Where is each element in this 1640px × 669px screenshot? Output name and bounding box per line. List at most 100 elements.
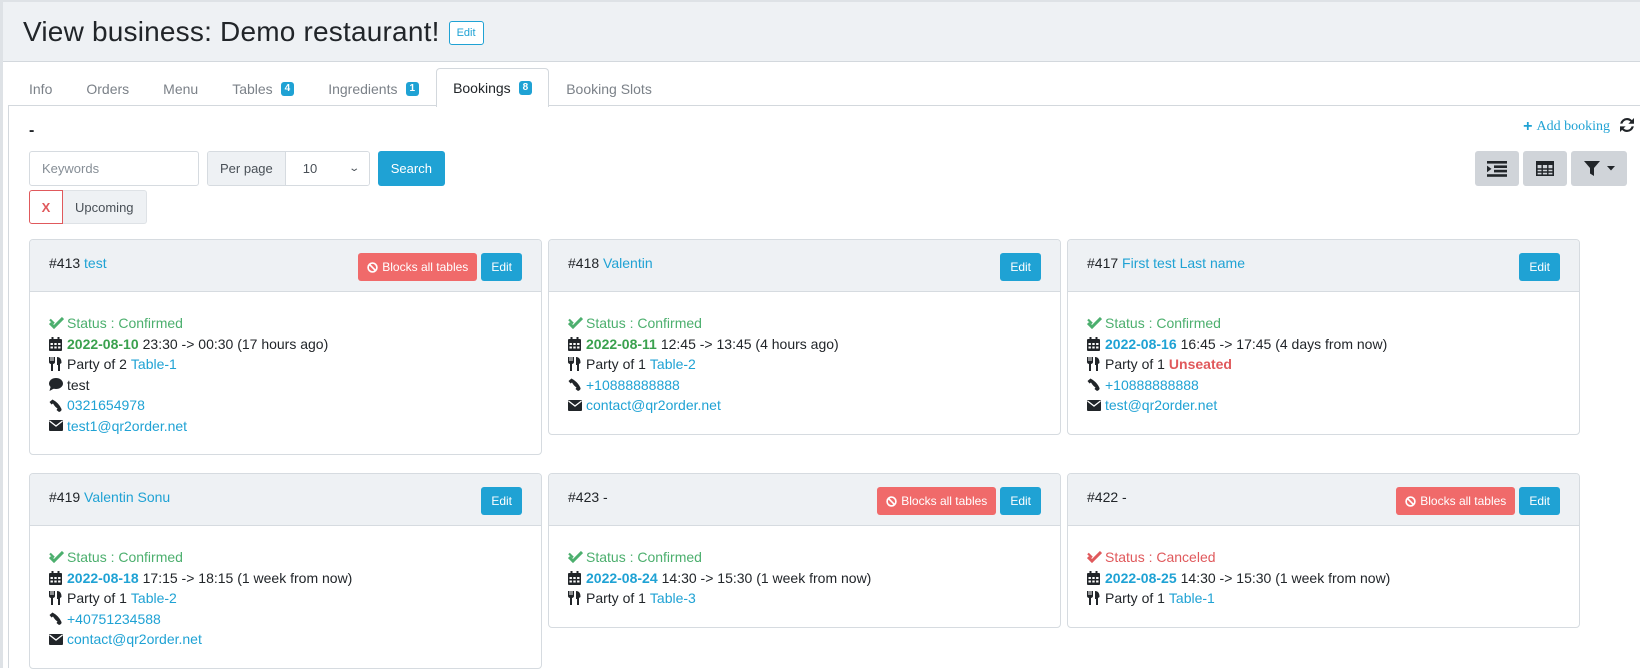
list-view-button[interactable] — [1475, 151, 1519, 186]
phone-link[interactable]: +40751234588 — [67, 609, 161, 630]
phone-link[interactable]: +10888888888 — [586, 375, 680, 396]
status-text: Status : Confirmed — [586, 549, 702, 565]
card-actions: Blocks all tables Edit — [358, 253, 522, 281]
tab-label: Menu — [163, 80, 199, 97]
booking-time: 14:30 -> 15:30 (1 week from now) — [661, 569, 872, 586]
edit-booking-button[interactable]: Edit — [481, 253, 522, 281]
booking-title: #413 test — [49, 253, 107, 271]
status-text: Status : Confirmed — [586, 315, 702, 331]
booking-time: 12:45 -> 13:45 (4 hours ago) — [660, 335, 839, 352]
tab-info[interactable]: Info — [8, 69, 69, 107]
party-size: Party of 1 — [586, 356, 646, 372]
booking-card: #422 - Blocks all tables Edit Status : Canc… — [1067, 473, 1580, 628]
double-check-icon — [1087, 551, 1103, 564]
blocks-all-tables-label: Blocks all tables — [382, 260, 469, 274]
card-actions: Edit — [1000, 253, 1041, 281]
blocks-all-tables-button[interactable]: Blocks all tables — [1396, 487, 1516, 515]
datetime-row: 2022-08-25 14:30 -> 15:30 (1 week from no… — [1087, 568, 1560, 589]
blocks-all-tables-label: Blocks all tables — [901, 494, 988, 508]
party-row: Party of 1 Unseated — [1087, 354, 1560, 375]
utensils-icon — [568, 591, 584, 606]
header-actions: + Add booking — [1523, 118, 1634, 136]
ban-icon — [367, 261, 378, 273]
refresh-icon[interactable] — [1620, 118, 1634, 136]
table-view-button[interactable] — [1523, 151, 1567, 186]
booking-date: 2022-08-16 — [1105, 335, 1177, 352]
edit-business-button[interactable]: Edit — [448, 20, 484, 45]
table-link[interactable]: Table-1 — [131, 354, 177, 375]
booking-name-link[interactable]: Valentin Sonu — [84, 489, 170, 505]
phone-link[interactable]: +10888888888 — [1105, 375, 1199, 396]
email-link[interactable]: test@qr2order.net — [1105, 395, 1217, 416]
edit-booking-button[interactable]: Edit — [1519, 487, 1560, 515]
tab-bookings[interactable]: Bookings 8 — [436, 68, 550, 107]
email-link[interactable]: contact@qr2order.net — [586, 395, 721, 416]
active-filter-chip: X Upcoming — [29, 190, 147, 224]
party-size: Party of 1 — [586, 590, 646, 606]
edit-booking-button[interactable]: Edit — [1519, 253, 1560, 281]
booking-id: #419 — [49, 489, 81, 505]
tab-label: Orders — [86, 80, 130, 97]
tab-tables[interactable]: Tables 4 — [215, 69, 311, 107]
comment-text: test — [67, 376, 90, 393]
per-page-select[interactable]: 10 ⌄ — [285, 152, 369, 185]
datetime-row: 2022-08-16 16:45 -> 17:45 (4 days from no… — [1087, 334, 1560, 355]
tab-menu[interactable]: Menu — [146, 69, 215, 107]
card-header: #413 test Blocks all tables Edit — [30, 240, 541, 292]
per-page-value: 10 — [302, 161, 318, 176]
phone-row: +10888888888 — [568, 375, 1041, 396]
phone-icon — [49, 399, 65, 412]
email-link[interactable]: contact@qr2order.net — [67, 629, 202, 650]
calendar-icon — [49, 570, 65, 585]
card-actions: Edit — [1519, 253, 1560, 281]
card-header: #423 - Blocks all tables Edit — [549, 474, 1060, 526]
per-page-group: Per page 10 ⌄ — [207, 151, 370, 186]
status-text: Status : Confirmed — [67, 315, 183, 331]
count-badge: 1 — [405, 81, 420, 96]
booking-card: #418 Valentin Edit Status : Confirmed 2022-… — [548, 239, 1061, 435]
add-booking-link[interactable]: + Add booking — [1523, 118, 1610, 136]
email-row: contact@qr2order.net — [49, 629, 522, 650]
booking-id: #417 — [1087, 255, 1119, 271]
phone-link[interactable]: 0321654978 — [67, 395, 145, 416]
blocks-all-tables-button[interactable]: Blocks all tables — [358, 253, 478, 281]
phone-row: 0321654978 — [49, 395, 522, 416]
email-row: test1@qr2order.net — [49, 416, 522, 437]
booking-title: #417 First test Last name — [1087, 253, 1245, 271]
table-link[interactable]: Table-3 — [650, 588, 696, 609]
booking-title: #418 Valentin — [568, 253, 653, 271]
keywords-input[interactable] — [29, 151, 199, 186]
blocks-all-tables-label: Blocks all tables — [1420, 494, 1507, 508]
bookings-panel: - Per page 10 ⌄ Search X Upcoming + Add … — [8, 106, 1640, 669]
envelope-icon — [49, 420, 65, 432]
booking-name-link[interactable]: First test Last name — [1122, 255, 1245, 271]
tab-orders[interactable]: Orders — [69, 69, 146, 107]
ban-icon — [1405, 495, 1416, 507]
double-check-icon — [1087, 317, 1103, 330]
remove-filter-button[interactable]: X — [29, 190, 63, 224]
table-link[interactable]: Table-2 — [131, 588, 177, 609]
edit-booking-button[interactable]: Edit — [1000, 253, 1041, 281]
edit-booking-button[interactable]: Edit — [481, 487, 522, 515]
double-check-icon — [568, 551, 584, 564]
email-link[interactable]: test1@qr2order.net — [67, 416, 187, 437]
edit-booking-button[interactable]: Edit — [1000, 487, 1041, 515]
card-actions: Blocks all tables Edit — [877, 487, 1041, 515]
booking-name-link[interactable]: test — [84, 255, 107, 271]
chevron-down-icon: ⌄ — [348, 163, 361, 174]
comment-row: test — [49, 375, 522, 396]
status-row: Status : Confirmed — [49, 313, 522, 334]
tab-booking-slots[interactable]: Booking Slots — [549, 69, 669, 107]
table-link[interactable]: Table-1 — [1169, 588, 1215, 609]
filter-dropdown-button[interactable] — [1571, 151, 1627, 186]
tab-label: Tables — [232, 80, 273, 97]
utensils-icon — [1087, 357, 1103, 372]
booking-name-link[interactable]: Valentin — [603, 255, 653, 271]
tab-ingredients[interactable]: Ingredients 1 — [311, 69, 436, 107]
blocks-all-tables-button[interactable]: Blocks all tables — [877, 487, 997, 515]
booking-id: #418 — [568, 255, 600, 271]
party-row: Party of 2 Table-1 — [49, 354, 522, 375]
status-text: Status : Confirmed — [1105, 315, 1221, 331]
table-link[interactable]: Table-2 — [650, 354, 696, 375]
search-button[interactable]: Search — [377, 151, 445, 186]
